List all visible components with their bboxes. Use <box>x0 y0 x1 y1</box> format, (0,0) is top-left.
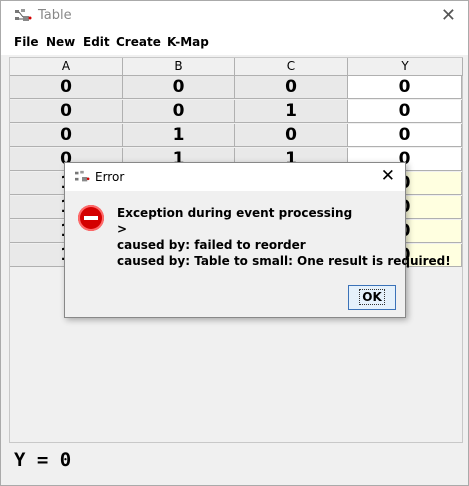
dialog-title: Error <box>95 170 125 184</box>
table-cell[interactable]: 0 <box>235 76 348 99</box>
menu-new[interactable]: New <box>46 35 75 49</box>
error-message-line: > <box>117 222 128 236</box>
close-icon[interactable]: ✕ <box>381 166 395 186</box>
window-title: Table <box>38 8 72 23</box>
expression-panel: Y = 0 <box>9 444 461 482</box>
menu-bar: File New Edit Create K-Map <box>1 31 468 55</box>
column-header-y[interactable]: Y <box>348 58 463 76</box>
result-expression: Y = 0 <box>14 449 72 471</box>
column-header-c[interactable]: C <box>235 58 348 76</box>
menu-file[interactable]: File <box>14 35 39 49</box>
table-cell[interactable]: 0 <box>123 100 235 123</box>
error-message-line: caused by: failed to reorder <box>117 238 306 252</box>
table-cell[interactable]: 0 <box>348 124 462 147</box>
app-icon <box>75 170 90 182</box>
error-icon <box>78 205 104 231</box>
close-icon[interactable]: ✕ <box>441 5 456 26</box>
error-message-line: Exception during event processing <box>117 206 353 220</box>
menu-edit[interactable]: Edit <box>83 35 110 49</box>
app-icon <box>15 9 32 21</box>
column-header-b[interactable]: B <box>123 58 235 76</box>
menu-kmap[interactable]: K-Map <box>167 35 209 49</box>
table-cell[interactable]: 0 <box>123 76 235 99</box>
table-cell[interactable]: 1 <box>235 100 348 123</box>
table-cell[interactable]: 0 <box>10 100 123 123</box>
column-header-a[interactable]: A <box>10 58 123 76</box>
table-cell[interactable]: 1 <box>123 124 235 147</box>
table-cell[interactable]: 0 <box>235 124 348 147</box>
ok-button[interactable]: OK <box>348 285 396 310</box>
table-cell[interactable]: 0 <box>348 100 462 123</box>
error-message-line: caused by: Table to small: One result is… <box>117 254 451 268</box>
title-bar: Table ✕ <box>1 1 468 31</box>
error-dialog: Error ✕ Exception during event processin… <box>64 162 451 318</box>
menu-create[interactable]: Create <box>116 35 161 49</box>
dialog-title-bar: Error ✕ <box>65 163 405 191</box>
table-cell[interactable]: 0 <box>348 76 462 99</box>
ok-button-label: OK <box>359 289 385 305</box>
table-cell[interactable]: 0 <box>10 76 123 99</box>
table-cell[interactable]: 0 <box>10 124 123 147</box>
